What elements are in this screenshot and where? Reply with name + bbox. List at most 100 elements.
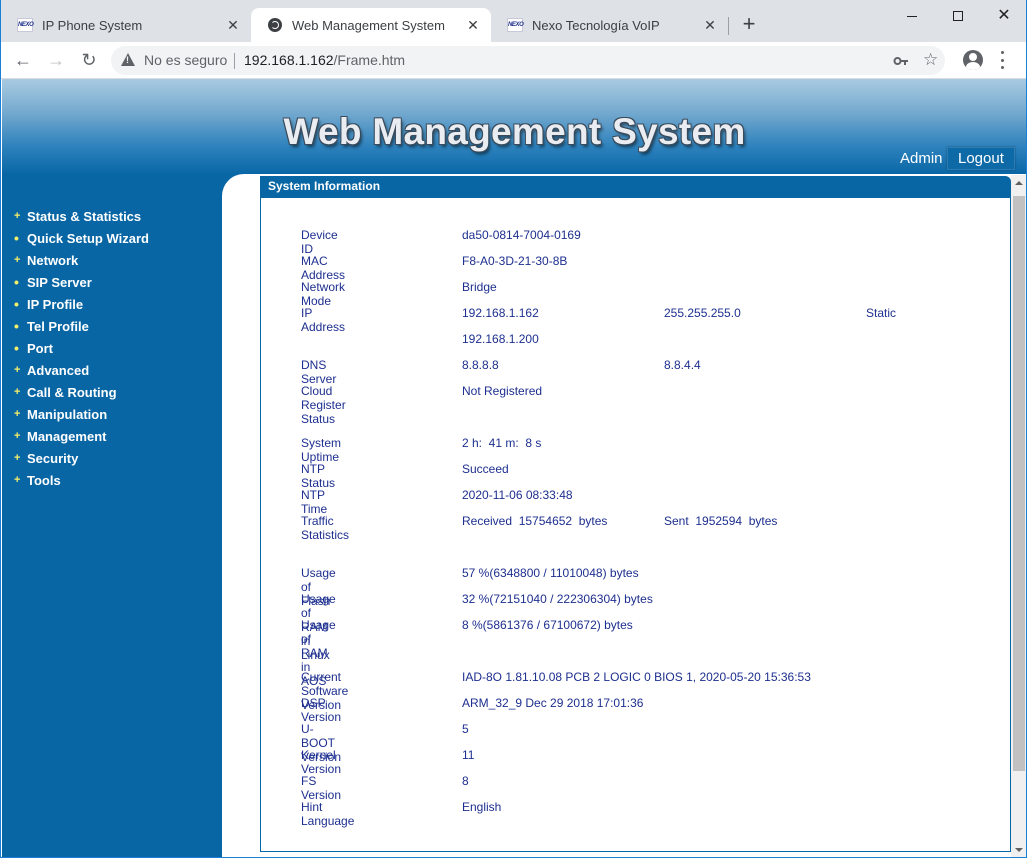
- sidebar-item-management[interactable]: + Management: [2, 425, 222, 447]
- page-title: Web Management System: [283, 111, 746, 152]
- forward-button[interactable]: →: [44, 48, 68, 72]
- scroll-up-button[interactable]: [1011, 175, 1026, 191]
- expand-plus-icon: +: [14, 408, 21, 420]
- network-mode-value: Bridge: [462, 280, 497, 294]
- expand-plus-icon: +: [14, 452, 21, 464]
- tab-web-management-system[interactable]: Web Management System ✕: [251, 8, 491, 42]
- maximize-button[interactable]: [935, 4, 981, 28]
- sidebar-item-quick-setup-wizard[interactable]: • Quick Setup Wizard: [2, 227, 222, 249]
- field-label: MAC Address: [301, 254, 346, 282]
- header-banner: Web Management System Admin Logout: [2, 79, 1026, 175]
- field-label: NTP Time: [301, 488, 328, 516]
- sidebar-item-label: IP Profile: [27, 296, 84, 312]
- kernel-version-value: 11: [462, 748, 475, 762]
- sidebar-item-label: Call & Routing: [27, 384, 117, 400]
- ram-linux-usage-value: 32 %(72151040 / 222306304) bytes: [462, 592, 653, 606]
- close-tab-icon[interactable]: ✕: [225, 17, 241, 33]
- close-window-button[interactable]: ✕: [981, 4, 1026, 28]
- bullet-dot-icon: •: [14, 274, 19, 290]
- sidebar-item-label: Security: [27, 450, 79, 466]
- dns-secondary-value: 8.8.4.4: [664, 358, 701, 372]
- close-tab-icon[interactable]: ✕: [702, 17, 718, 33]
- hint-language-value: English: [462, 800, 502, 814]
- bullet-dot-icon: •: [14, 318, 19, 334]
- minimize-icon: [907, 15, 917, 17]
- security-label[interactable]: No es seguro: [144, 52, 227, 68]
- ntp-time-value: 2020-11-06 08:33:48: [462, 488, 573, 502]
- expand-plus-icon: +: [14, 386, 21, 398]
- sidebar-item-ip-profile[interactable]: • IP Profile: [2, 293, 222, 315]
- sidebar-item-advanced[interactable]: + Advanced: [2, 359, 222, 381]
- arrow-down-icon: [1015, 848, 1023, 852]
- logout-button[interactable]: Logout: [947, 147, 1015, 170]
- bookmark-star-icon[interactable]: ☆: [923, 50, 938, 70]
- expand-plus-icon: +: [14, 474, 21, 486]
- sidebar-menu: + Status & Statistics • Quick Setup Wizard…: [2, 205, 222, 491]
- ntp-status-value: Succeed: [462, 462, 509, 476]
- field-label: Kernel Version: [301, 748, 342, 776]
- key-icon[interactable]: [893, 53, 909, 69]
- panel-title: System Information: [260, 176, 1011, 198]
- tab-nexo-tecnologia[interactable]: NEXO Nexo Tecnología VoIP ✕: [491, 8, 728, 42]
- content-scrollbar[interactable]: [1011, 175, 1026, 857]
- user-label: Admin: [900, 150, 943, 167]
- maximize-icon: [953, 11, 963, 21]
- browser-menu-icon[interactable]: [1000, 51, 1004, 69]
- sidebar-item-security[interactable]: + Security: [2, 447, 222, 469]
- address-separator: [234, 53, 235, 69]
- warning-icon[interactable]: [121, 53, 135, 66]
- back-button[interactable]: ←: [11, 48, 35, 72]
- sidebar-item-call-routing[interactable]: + Call & Routing: [2, 381, 222, 403]
- sidebar-item-tools[interactable]: + Tools: [2, 469, 222, 491]
- expand-plus-icon: +: [14, 210, 21, 222]
- sidebar-item-network[interactable]: + Network: [2, 249, 222, 271]
- traffic-sent-value: Sent 1952594 bytes: [664, 514, 778, 528]
- scroll-down-button[interactable]: [1011, 842, 1026, 857]
- close-tab-icon[interactable]: ✕: [465, 17, 481, 33]
- mac-address-value: F8-A0-3D-21-30-8B: [462, 254, 568, 268]
- field-label: IP Address: [301, 306, 346, 334]
- traffic-received-value: Received 15754652 bytes: [462, 514, 608, 528]
- sidebar-item-label: Network: [27, 252, 79, 268]
- tab-ip-phone-system[interactable]: NEXO IP Phone System ✕: [1, 8, 251, 42]
- field-label: Traffic Statistics: [301, 514, 350, 542]
- sidebar-item-tel-profile[interactable]: • Tel Profile: [2, 315, 222, 337]
- uptime-value: 2 h: 41 m: 8 s: [462, 436, 542, 450]
- scroll-thumb[interactable]: [1013, 196, 1025, 771]
- reload-button[interactable]: ↻: [77, 48, 101, 72]
- browser-toolbar: ← → ↻ No es seguro 192.168.1.162/Frame.h…: [1, 42, 1026, 79]
- sidebar-item-sip-server[interactable]: • SIP Server: [2, 271, 222, 293]
- url-text[interactable]: 192.168.1.162/Frame.htm: [244, 52, 405, 68]
- ip-type-value: Static: [866, 306, 897, 320]
- web-page: Web Management System Admin Logout + Stat…: [2, 79, 1026, 857]
- expand-plus-icon: +: [14, 254, 21, 266]
- sidebar-item-manipulation[interactable]: + Manipulation: [2, 403, 222, 425]
- ram-aos-usage-value: 8 %(5861376 / 67100672) bytes: [462, 618, 633, 632]
- fs-version-value: 8: [462, 774, 469, 788]
- new-tab-button[interactable]: +: [738, 13, 760, 36]
- nexo-logo-icon: NEXO: [507, 17, 524, 33]
- sidebar-item-status-statistics[interactable]: + Status & Statistics: [2, 205, 222, 227]
- address-bar[interactable]: No es seguro 192.168.1.162/Frame.htm ☆: [111, 46, 945, 75]
- tab-separator: [728, 17, 729, 35]
- cloud-status-value: Not Registered: [462, 384, 543, 398]
- expand-plus-icon: +: [14, 430, 21, 442]
- sidebar-item-label: Management: [27, 428, 107, 444]
- device-id-value: da50-0814-7004-0169: [462, 228, 581, 242]
- sidebar-item-label: Advanced: [27, 362, 90, 378]
- nexo-logo-icon: NEXO: [17, 17, 34, 33]
- url-host: 192.168.1.162: [244, 52, 334, 68]
- sidebar-item-label: Manipulation: [27, 406, 108, 422]
- sidebar-item-label: Port: [27, 340, 53, 356]
- field-label: DNS Server: [301, 358, 337, 386]
- globe-icon: [267, 17, 283, 33]
- expand-plus-icon: +: [14, 364, 21, 376]
- url-path: /Frame.htm: [333, 52, 406, 68]
- flash-usage-value: 57 %(6348800 / 11010048) bytes: [462, 566, 639, 580]
- bullet-dot-icon: •: [14, 296, 19, 312]
- minimize-button[interactable]: [889, 4, 935, 28]
- sidebar-item-port[interactable]: • Port: [2, 337, 222, 359]
- profile-avatar-icon[interactable]: [963, 50, 983, 70]
- tab-label: Web Management System: [292, 17, 445, 33]
- dsp-version-value: ARM_32_9 Dec 29 2018 17:01:36: [462, 696, 644, 710]
